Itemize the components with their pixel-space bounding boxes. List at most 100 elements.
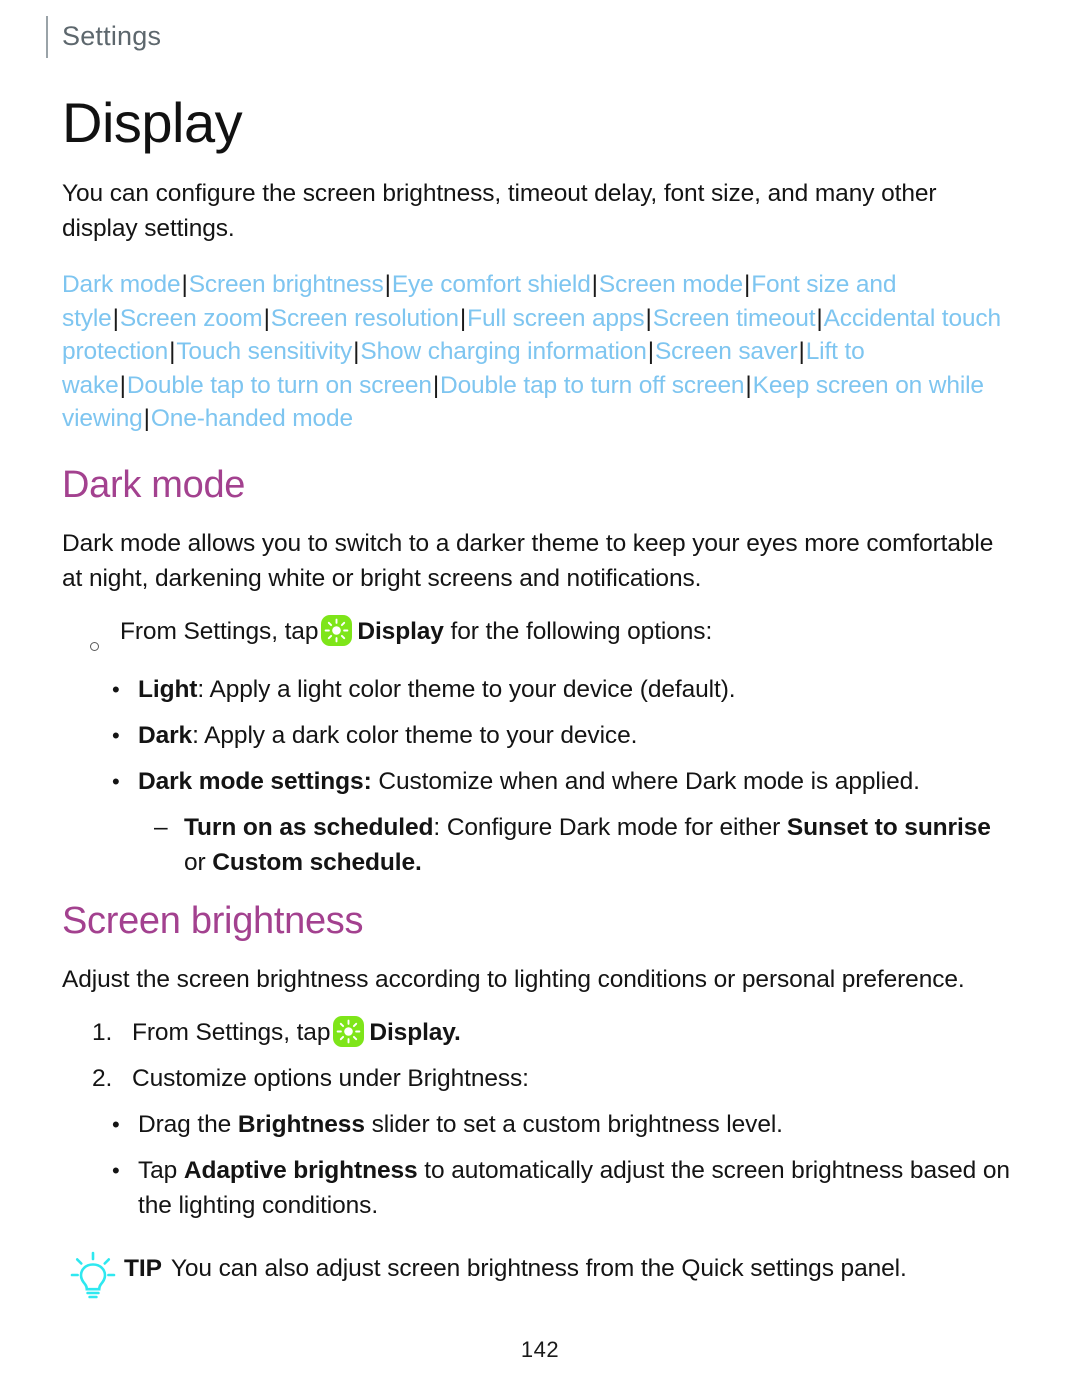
option-separator: : xyxy=(192,721,199,749)
list-item-text: Dark mode settings: Customize when and w… xyxy=(138,764,1014,799)
section-link-list: Dark mode|Screen brightness|Eye comfort … xyxy=(62,268,1012,436)
nav-link-screen-timeout[interactable]: Screen timeout xyxy=(653,305,816,332)
list-item-text: Customize options under Brightness: xyxy=(132,1064,529,1092)
nav-link-show-charging-information[interactable]: Show charging information xyxy=(360,338,646,365)
nav-separator: | xyxy=(263,304,270,332)
list-item-adaptive-brightness: • Tap Adaptive brightness to automatical… xyxy=(112,1153,1014,1223)
bullet-marker: • xyxy=(112,1157,120,1183)
page-title: Display xyxy=(62,91,243,154)
header-divider-rule xyxy=(46,16,48,58)
brightness-sun-icon xyxy=(321,614,353,646)
option-term: Light xyxy=(138,675,198,703)
nav-link-screen-mode[interactable]: Screen mode xyxy=(599,271,743,298)
tip-text: You can also adjust screen brightness fr… xyxy=(170,1254,907,1282)
hollow-bullet-marker xyxy=(90,614,120,661)
option-text-a: Drag the xyxy=(138,1110,238,1138)
page-content: Display You can configure the screen bri… xyxy=(62,92,1014,1308)
intro-paragraph: You can configure the screen brightness,… xyxy=(62,180,937,242)
option-term: Dark xyxy=(138,721,193,749)
step-number: 1. xyxy=(92,1018,113,1046)
sub-option-term: Turn on as scheduled xyxy=(184,813,434,841)
list-item-from-settings-dark-mode: From Settings, tap Display for the follow… xyxy=(90,614,1014,661)
nav-link-full-screen-apps[interactable]: Full screen apps xyxy=(467,305,645,332)
sub-option-bold-custom-schedule: Custom schedule xyxy=(212,848,416,876)
list-item-turn-on-as-scheduled: – Turn on as scheduled: Configure Dark m… xyxy=(154,810,1014,880)
nav-link-screen-brightness[interactable]: Screen brightness xyxy=(189,271,384,298)
sub-option-text-c: . xyxy=(415,848,422,876)
nav-separator: | xyxy=(798,338,805,365)
sub-option-text-a: Configure Dark mode for either xyxy=(440,813,787,841)
option-text-b: slider to set a custom brightness level. xyxy=(364,1110,783,1138)
page-number: 142 xyxy=(520,1337,560,1362)
nav-separator: | xyxy=(432,371,440,399)
sub-option-bold-sunset: Sunset to sunrise xyxy=(786,813,991,841)
nav-separator: | xyxy=(816,304,823,332)
nav-separator: | xyxy=(647,338,654,365)
running-header-label: Settings xyxy=(62,21,162,51)
nav-separator: | xyxy=(743,271,751,298)
nav-separator: | xyxy=(745,371,752,399)
nav-separator: | xyxy=(181,271,188,298)
nav-separator: | xyxy=(459,304,467,332)
nav-separator: | xyxy=(645,304,652,332)
list-item-text: Turn on as scheduled: Configure Dark mod… xyxy=(184,810,1014,880)
brightness-sun-icon xyxy=(333,1015,365,1047)
section-body-screen-brightness: Adjust the screen brightness according t… xyxy=(62,965,965,993)
section-body-dark-mode: Dark mode allows you to switch to a dark… xyxy=(62,529,994,592)
nav-link-double-tap-to-turn-on-screen[interactable]: Double tap to turn on screen xyxy=(127,372,432,399)
step-prefix-text: From Settings, tap xyxy=(132,1018,331,1046)
list-item-dark: • Dark: Apply a dark color theme to your… xyxy=(112,718,1014,753)
bullet-marker: • xyxy=(112,722,120,748)
list-item-text: Tap Adaptive brightness to automatically… xyxy=(138,1153,1014,1223)
nav-link-one-handed-mode[interactable]: One-handed mode xyxy=(151,405,353,432)
option-description: Apply a light color theme to your device… xyxy=(204,675,736,703)
step-bold-display: Display xyxy=(357,617,444,645)
tip-callout: TIP You can also adjust screen brightness… xyxy=(70,1249,1014,1308)
nav-link-eye-comfort-shield[interactable]: Eye comfort shield xyxy=(392,271,591,298)
bullet-marker: • xyxy=(112,1111,120,1137)
tip-label: TIP xyxy=(124,1254,162,1282)
option-description: Customize when and where Dark mode is ap… xyxy=(371,767,920,795)
option-text-a: Tap xyxy=(138,1156,184,1184)
list-item-dark-mode-settings: • Dark mode settings: Customize when and… xyxy=(112,764,1014,799)
numbered-step-1: 1. From Settings, tap Display. xyxy=(92,1015,1014,1050)
sub-option-text-b: or xyxy=(184,848,213,876)
step-prefix-text: From Settings, tap xyxy=(120,617,319,645)
numbered-step-2: 2. Customize options under Brightness: xyxy=(92,1061,1014,1096)
nav-separator: | xyxy=(143,405,150,432)
option-bold-brightness: Brightness xyxy=(237,1110,365,1138)
list-item-light: • Light: Apply a light color theme to yo… xyxy=(112,672,1014,707)
list-item-text: Light: Apply a light color theme to your… xyxy=(138,672,1014,707)
nav-link-dark-mode[interactable]: Dark mode xyxy=(62,271,181,298)
nav-link-screen-resolution[interactable]: Screen resolution xyxy=(271,305,459,332)
bullet-marker: • xyxy=(112,676,120,702)
option-description: Apply a dark color theme to your device. xyxy=(198,721,638,749)
nav-link-screen-zoom[interactable]: Screen zoom xyxy=(120,305,263,332)
nav-separator: | xyxy=(112,304,119,332)
nav-link-double-tap-to-turn-off-screen[interactable]: Double tap to turn off screen xyxy=(440,372,745,399)
list-item-text: Drag the Brightness slider to set a cust… xyxy=(138,1107,1014,1142)
nav-separator: | xyxy=(384,271,391,298)
list-item-brightness-slider: • Drag the Brightness slider to set a cu… xyxy=(112,1107,1014,1142)
option-term: Dark mode settings: xyxy=(138,767,372,795)
nav-link-touch-sensitivity[interactable]: Touch sensitivity xyxy=(176,338,352,365)
list-item-text: From Settings, tap Display for the follow… xyxy=(120,614,1014,649)
lightbulb-icon xyxy=(70,1249,124,1308)
step-bold-display: Display xyxy=(369,1018,455,1046)
bullet-marker: • xyxy=(112,768,120,794)
nav-separator: | xyxy=(591,271,598,298)
document-page: Settings Display You can configure the s… xyxy=(0,0,1080,1397)
dash-marker: – xyxy=(154,813,168,841)
running-header: Settings xyxy=(46,16,161,58)
step-suffix-text: . xyxy=(454,1018,461,1046)
list-item-text: Dark: Apply a dark color theme to your d… xyxy=(138,718,1014,753)
option-bold-adaptive-brightness: Adaptive brightness xyxy=(183,1156,418,1184)
nav-separator: | xyxy=(119,371,126,399)
tip-body: TIP You can also adjust screen brightness… xyxy=(124,1249,907,1286)
step-suffix-text: for the following options: xyxy=(450,617,713,645)
section-heading-dark-mode: Dark mode xyxy=(62,463,246,506)
list-item-text: From Settings, tap Display. xyxy=(132,1015,1014,1050)
step-number: 2. xyxy=(92,1064,113,1092)
section-heading-screen-brightness: Screen brightness xyxy=(62,899,364,942)
nav-link-screen-saver[interactable]: Screen saver xyxy=(655,338,798,365)
